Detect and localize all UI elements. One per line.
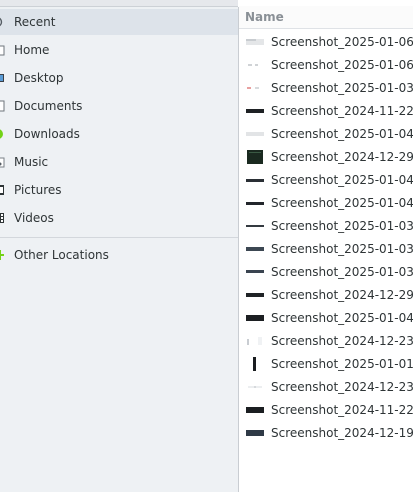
sidebar-item-downloads[interactable]: Downloads xyxy=(0,121,238,147)
file-name: Screenshot_2025-01-06_1 xyxy=(271,58,413,72)
file-row[interactable]: Screenshot_2025-01-01_1 xyxy=(239,353,413,376)
downloads-icon xyxy=(0,129,3,139)
name-column-header[interactable]: Name xyxy=(239,6,413,29)
thumbnail-icon xyxy=(248,386,262,388)
thumbnail-icon xyxy=(246,39,264,45)
sidebar-separator xyxy=(0,237,238,238)
pictures-icon xyxy=(0,185,4,195)
file-row[interactable]: Screenshot_2024-11-22_1 xyxy=(239,100,413,123)
file-name: Screenshot_2025-01-04_1 xyxy=(271,173,413,187)
file-name: Screenshot_2024-12-19_1 xyxy=(271,426,413,440)
sidebar-item-home[interactable]: Home xyxy=(0,37,238,63)
sidebar-item-videos[interactable]: Videos xyxy=(0,205,238,231)
file-row[interactable]: Screenshot_2025-01-04_1 xyxy=(239,169,413,192)
file-name: Screenshot_2024-11-22_1 xyxy=(271,403,413,417)
sidebar-item-label: Recent xyxy=(14,15,56,29)
thumbnail-icon xyxy=(246,430,264,436)
file-row[interactable]: Screenshot_2024-12-23_0 xyxy=(239,330,413,353)
file-row[interactable]: Screenshot_2025-01-03_0 xyxy=(239,215,413,238)
thumbnail-icon xyxy=(246,202,264,205)
file-name: Screenshot_2024-12-23_0 xyxy=(271,334,413,348)
thumbnail-icon xyxy=(246,315,264,321)
file-row[interactable]: Screenshot_2025-01-04_1 xyxy=(239,192,413,215)
file-row[interactable]: Screenshot_2024-12-29_1 xyxy=(239,284,413,307)
sidebar-item-label: Home xyxy=(14,43,50,57)
sidebar-item-label: Documents xyxy=(14,99,83,113)
file-row[interactable]: Screenshot_2024-12-19_1 xyxy=(239,422,413,445)
sidebar-item-recent[interactable]: Recent xyxy=(0,9,238,35)
file-row[interactable]: Screenshot_2024-11-22_1 xyxy=(239,399,413,422)
thumbnail-icon xyxy=(247,150,263,164)
thumbnail-icon xyxy=(247,337,262,345)
file-name: Screenshot_2025-01-03_0 xyxy=(271,242,413,256)
sidebar-item-pictures[interactable]: Pictures xyxy=(0,177,238,203)
thumbnail-icon xyxy=(247,87,259,89)
file-list-view: Name Screenshot_2025-01-06_1 Screenshot_… xyxy=(239,0,413,492)
thumbnail-icon xyxy=(246,407,264,413)
sidebar-item-music[interactable]: Music xyxy=(0,149,238,175)
file-name: Screenshot_2025-01-04_1 xyxy=(271,311,413,325)
sidebar-item-other-locations[interactable]: Other Locations xyxy=(0,242,238,268)
thumbnail-icon xyxy=(246,179,264,182)
file-row[interactable]: Screenshot_2025-01-03_0 xyxy=(239,77,413,100)
thumbnail-icon xyxy=(246,293,264,297)
thumbnail-icon xyxy=(253,357,256,371)
places-sidebar: Recent Home Desktop Documents Downloads … xyxy=(0,7,239,492)
file-name: Screenshot_2025-01-03_0 xyxy=(271,265,413,279)
thumbnail-icon xyxy=(248,64,258,66)
desktop-icon xyxy=(0,74,4,82)
music-icon xyxy=(0,157,5,168)
file-name: Screenshot_2024-12-23_0 xyxy=(271,380,413,394)
sidebar-item-desktop[interactable]: Desktop xyxy=(0,65,238,91)
file-row[interactable]: Screenshot_2024-12-23_0 xyxy=(239,376,413,399)
file-row[interactable]: Screenshot_2025-01-06_1 xyxy=(239,31,413,54)
sidebar-top-strip xyxy=(0,0,238,7)
sidebar-item-label: Desktop xyxy=(14,71,64,85)
sidebar-item-label: Videos xyxy=(14,211,54,225)
file-name: Screenshot_2025-01-04_1 xyxy=(271,127,413,141)
file-row[interactable]: Screenshot_2025-01-04_1 xyxy=(239,307,413,330)
file-name: Screenshot_2025-01-03_0 xyxy=(271,219,413,233)
sidebar-item-label: Music xyxy=(14,155,49,169)
file-name: Screenshot_2025-01-01_1 xyxy=(271,357,413,371)
file-name: Screenshot_2024-12-29_1 xyxy=(271,150,413,164)
home-icon xyxy=(0,45,5,56)
thumbnail-icon xyxy=(246,270,264,273)
file-name: Screenshot_2024-11-22_1 xyxy=(271,104,413,118)
file-name: Screenshot_2025-01-03_0 xyxy=(271,81,413,95)
sidebar-item-label: Other Locations xyxy=(14,248,109,262)
thumbnail-icon xyxy=(246,132,264,136)
thumbnail-icon xyxy=(246,109,264,113)
file-row[interactable]: Screenshot_2025-01-06_1 xyxy=(239,54,413,77)
plus-icon xyxy=(0,250,4,260)
file-row[interactable]: Screenshot_2024-12-29_1 xyxy=(239,146,413,169)
thumbnail-icon xyxy=(246,247,264,251)
sidebar-item-documents[interactable]: Documents xyxy=(0,93,238,119)
file-name: Screenshot_2025-01-06_1 xyxy=(271,35,413,49)
thumbnail-icon xyxy=(246,225,264,227)
file-name: Screenshot_2025-01-04_1 xyxy=(271,196,413,210)
sidebar-item-label: Pictures xyxy=(14,183,62,197)
file-row[interactable]: Screenshot_2025-01-04_1 xyxy=(239,123,413,146)
sidebar-item-label: Downloads xyxy=(14,127,80,141)
videos-icon xyxy=(0,213,4,223)
file-name: Screenshot_2024-12-29_1 xyxy=(271,288,413,302)
column-header-label: Name xyxy=(245,10,284,24)
clock-icon xyxy=(0,17,3,27)
documents-icon xyxy=(0,100,5,112)
file-row[interactable]: Screenshot_2025-01-03_0 xyxy=(239,238,413,261)
file-row[interactable]: Screenshot_2025-01-03_0 xyxy=(239,261,413,284)
